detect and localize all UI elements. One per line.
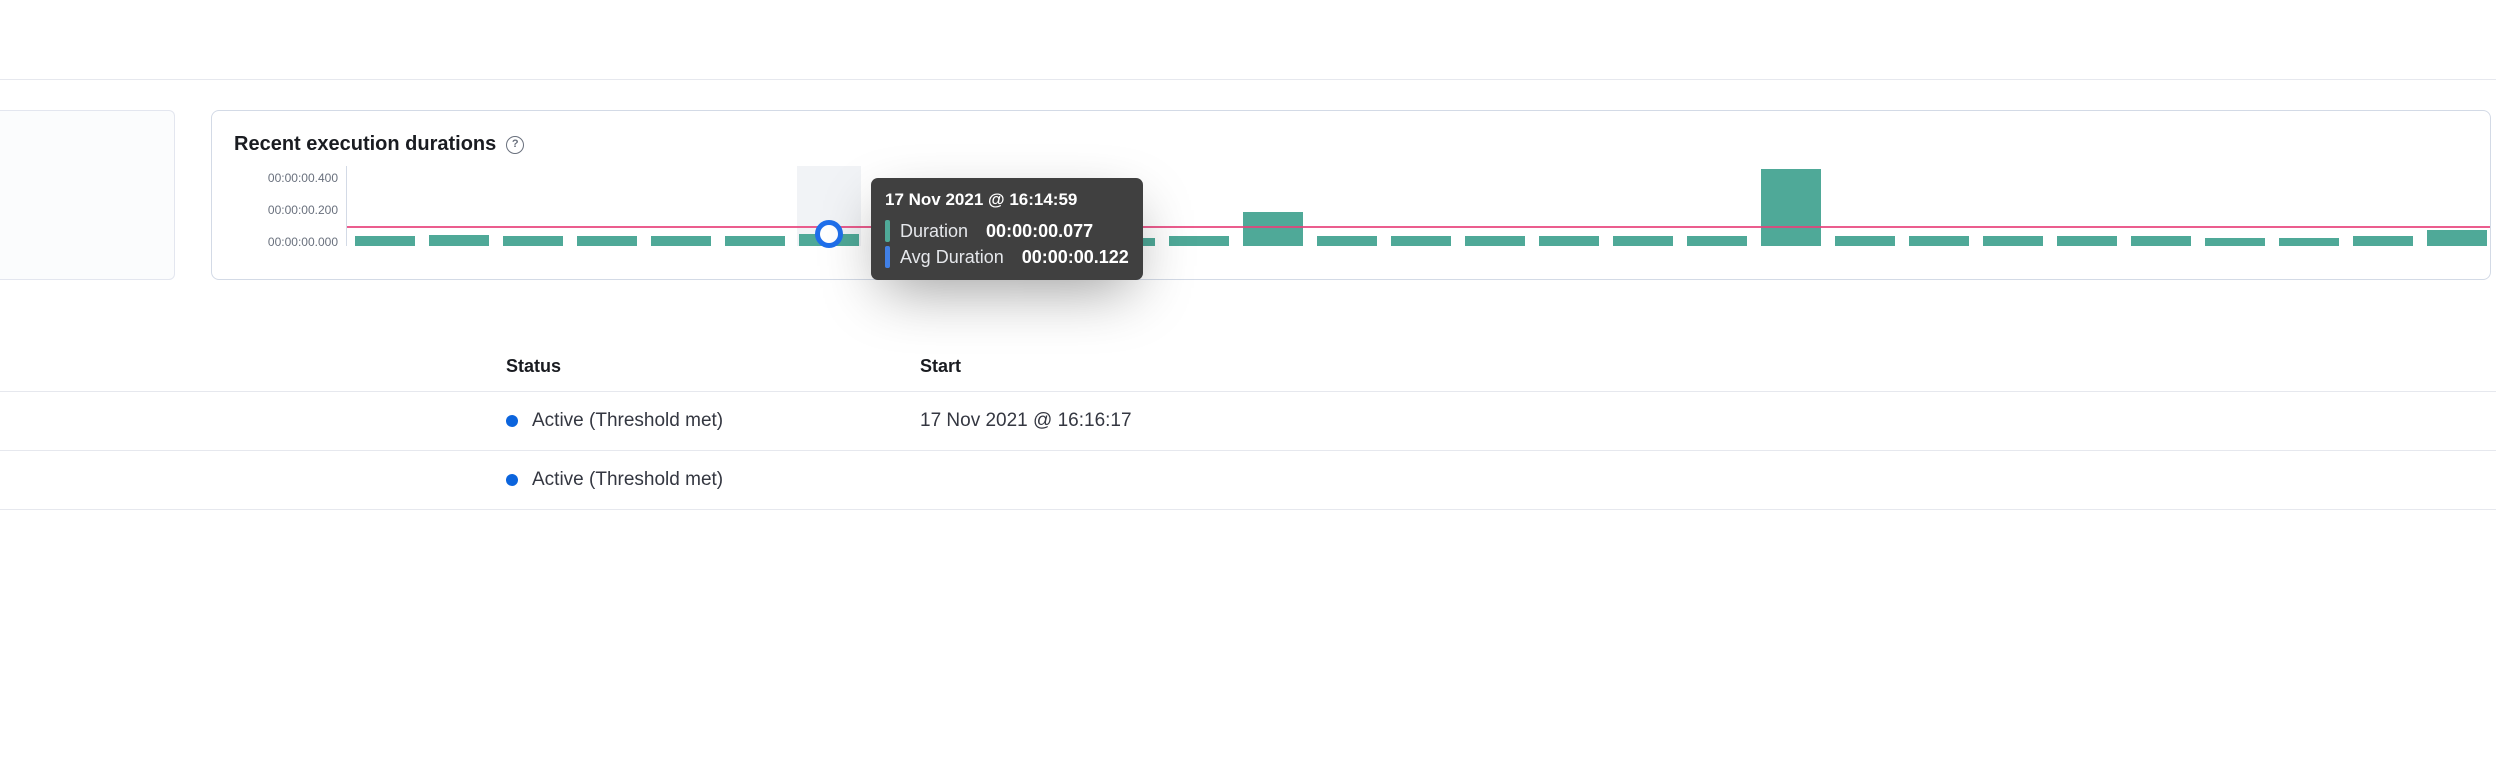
table-row[interactable]: Active (Threshold met) (0, 451, 2496, 510)
duration-bar[interactable] (1909, 236, 1969, 246)
column-header-status[interactable]: Status (0, 356, 920, 377)
tooltip-value: 00:00:00.077 (986, 221, 1093, 242)
hover-marker-icon (815, 220, 843, 248)
chart-area[interactable]: 00:00:00.400 00:00:00.200 00:00:00.000 1… (234, 166, 2468, 246)
status-dot-icon (506, 415, 518, 427)
status-text: Active (Threshold met) (532, 469, 723, 491)
card-title: Recent execution durations (234, 133, 496, 156)
tooltip-header: 17 Nov 2021 @ 16:14:59 (885, 190, 1129, 210)
duration-bar[interactable] (1391, 236, 1451, 246)
duration-bar[interactable] (1761, 169, 1821, 246)
duration-bar[interactable] (2205, 238, 2265, 246)
duration-bar[interactable] (1687, 236, 1747, 246)
tooltip-row: Duration 00:00:00.077 (885, 220, 1129, 242)
duration-bar[interactable] (1317, 236, 1377, 246)
table-header-row: Status Start (0, 342, 2496, 392)
duration-bar[interactable] (2353, 236, 2413, 246)
column-header-start[interactable]: Start (920, 356, 2496, 377)
tooltip-swatch-icon (885, 220, 890, 242)
tooltip-value: 00:00:00.122 (1022, 247, 1129, 268)
duration-bar[interactable] (725, 236, 785, 246)
chart-tooltip: 17 Nov 2021 @ 16:14:59 Duration 00:00:00… (871, 178, 1143, 280)
duration-bar[interactable] (355, 236, 415, 246)
executions-table: Status Start Active (Threshold met) 17 N… (0, 342, 2496, 510)
duration-bar[interactable] (1613, 236, 1673, 246)
duration-bar[interactable] (429, 235, 489, 246)
top-bar (0, 0, 2496, 80)
duration-bar[interactable] (1169, 236, 1229, 246)
table-row[interactable]: Active (Threshold met) 17 Nov 2021 @ 16:… (0, 392, 2496, 451)
duration-bar[interactable] (651, 236, 711, 246)
chart-plot[interactable]: 17 Nov 2021 @ 16:14:59 Duration 00:00:00… (346, 166, 2468, 246)
duration-bar[interactable] (503, 236, 563, 246)
tooltip-swatch-icon (885, 246, 890, 268)
side-card (0, 110, 175, 280)
y-tick: 00:00:00.400 (268, 171, 338, 185)
duration-bar[interactable] (1465, 236, 1525, 246)
tooltip-row: Avg Duration 00:00:00.122 (885, 246, 1129, 268)
duration-bar[interactable] (2279, 238, 2339, 246)
duration-bar[interactable] (1835, 236, 1895, 246)
duration-bar[interactable] (577, 236, 637, 246)
bars-group (347, 166, 2490, 246)
duration-bar[interactable] (2131, 236, 2191, 246)
duration-bar[interactable] (1539, 236, 1599, 246)
tooltip-label: Avg Duration (900, 247, 1004, 268)
help-icon[interactable]: ? (506, 136, 524, 154)
duration-bar[interactable] (2057, 236, 2117, 246)
y-tick: 00:00:00.000 (268, 235, 338, 249)
duration-bar[interactable] (1243, 212, 1303, 246)
status-dot-icon (506, 474, 518, 486)
tooltip-label: Duration (900, 221, 968, 242)
status-text: Active (Threshold met) (532, 410, 723, 432)
duration-bar[interactable] (2427, 230, 2487, 246)
y-tick: 00:00:00.200 (268, 203, 338, 217)
start-text: 17 Nov 2021 @ 16:16:17 (920, 410, 2496, 432)
avg-duration-line (347, 226, 2490, 228)
card-title-row: Recent execution durations ? (234, 133, 2468, 156)
durations-card: Recent execution durations ? 00:00:00.40… (211, 110, 2491, 280)
duration-bar[interactable] (1983, 236, 2043, 246)
y-axis: 00:00:00.400 00:00:00.200 00:00:00.000 (234, 166, 346, 246)
